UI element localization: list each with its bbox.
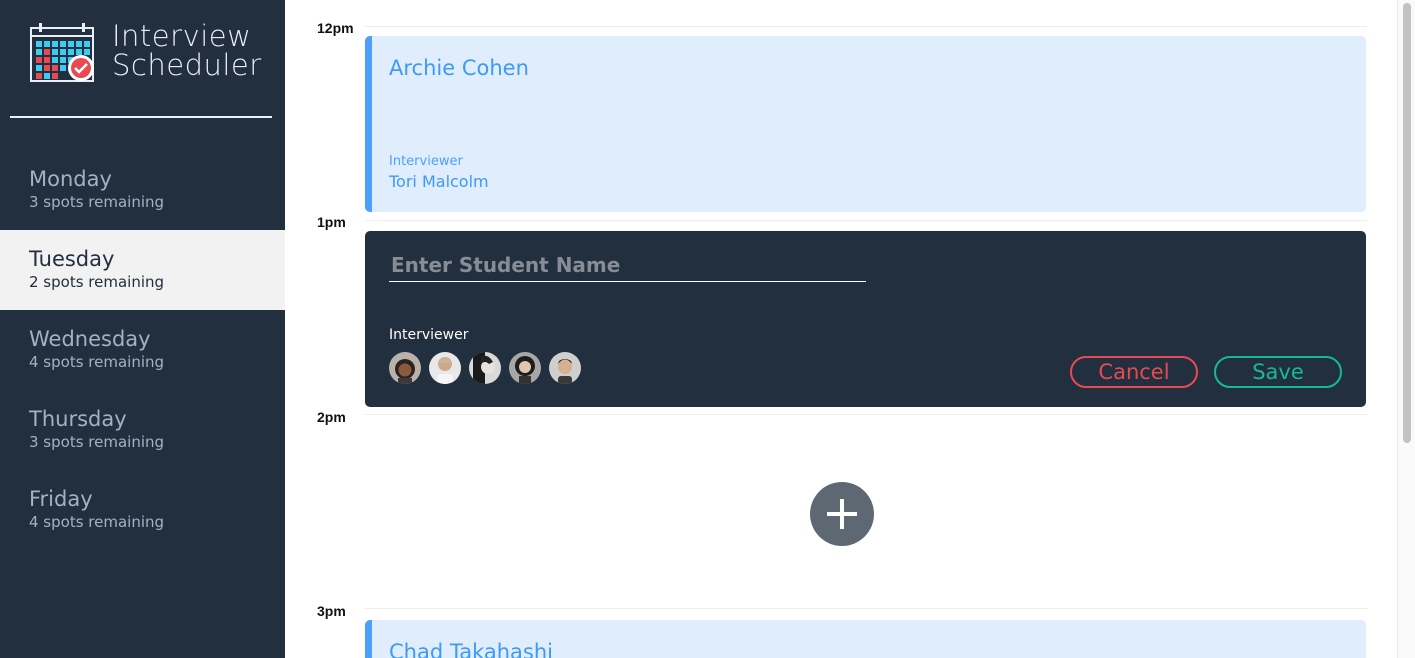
cancel-button[interactable]: Cancel: [1070, 356, 1198, 388]
scrollbar-thumb[interactable]: [1403, 3, 1411, 443]
day-name: Wednesday: [29, 327, 151, 351]
appointment-student: Archie Cohen: [389, 56, 529, 80]
slot-divider: [365, 26, 1367, 27]
sidebar: Interview Scheduler Monday 3 spots remai…: [0, 0, 285, 658]
day-spots: 4 spots remaining: [29, 513, 165, 531]
day-spots: 3 spots remaining: [29, 433, 165, 451]
day-item-friday[interactable]: Friday 4 spots remaining: [0, 470, 285, 550]
sidebar-separator: [10, 116, 272, 118]
day-list: Monday 3 spots remaining Tuesday 2 spots…: [0, 150, 285, 550]
calendar-check-icon: [30, 23, 94, 82]
appointment-student: Chad Takahashi: [389, 640, 553, 658]
save-button[interactable]: Save: [1214, 356, 1342, 388]
app-title-line2: Scheduler: [112, 48, 262, 82]
time-label-12pm: 12pm: [317, 20, 354, 36]
day-spots: 4 spots remaining: [29, 353, 165, 371]
day-name: Friday: [29, 487, 93, 511]
appointment-interviewer-name: Tori Malcolm: [389, 172, 489, 191]
appointment-card: Chad Takahashi: [365, 620, 1366, 658]
day-name: Monday: [29, 167, 112, 191]
interviewer-avatar[interactable]: [389, 352, 421, 384]
day-item-monday[interactable]: Monday 3 spots remaining: [0, 150, 285, 230]
plus-icon: [827, 499, 857, 529]
appointment-card: Archie Cohen Interviewer Tori Malcolm: [365, 36, 1366, 212]
day-name: Tuesday: [29, 247, 115, 271]
time-label-1pm: 1pm: [317, 214, 346, 230]
time-label-2pm: 2pm: [317, 409, 346, 425]
day-name: Thursday: [29, 407, 127, 431]
brand: Interview Scheduler: [30, 22, 262, 84]
time-label-3pm: 3pm: [317, 603, 346, 619]
interviewer-avatar[interactable]: [549, 352, 581, 384]
day-item-thursday[interactable]: Thursday 3 spots remaining: [0, 390, 285, 470]
scrollbar[interactable]: [1397, 0, 1415, 658]
slot-divider: [365, 414, 1367, 415]
slot-divider: [365, 608, 1367, 609]
app-title: Interview Scheduler: [112, 22, 262, 80]
slot-divider: [365, 220, 1367, 221]
app-title-line1: Interview: [112, 19, 252, 53]
student-name-input[interactable]: [389, 249, 866, 282]
day-item-tuesday[interactable]: Tuesday 2 spots remaining: [0, 230, 285, 310]
schedule: 12pm Archie Cohen Interviewer Tori Malco…: [285, 0, 1397, 658]
day-item-wednesday[interactable]: Wednesday 4 spots remaining: [0, 310, 285, 390]
interviewer-avatar[interactable]: [509, 352, 541, 384]
interviewer-avatar[interactable]: [429, 352, 461, 384]
add-appointment-button[interactable]: [810, 482, 874, 546]
appointment-interviewer-label: Interviewer: [389, 154, 463, 169]
day-spots: 2 spots remaining: [29, 273, 165, 291]
interviewer-list: [389, 352, 589, 384]
interviewer-list-label: Interviewer: [389, 327, 469, 343]
interviewer-avatar[interactable]: [469, 352, 501, 384]
day-spots: 3 spots remaining: [29, 193, 165, 211]
appointment-form: Interviewer Cancel Save: [365, 231, 1366, 407]
